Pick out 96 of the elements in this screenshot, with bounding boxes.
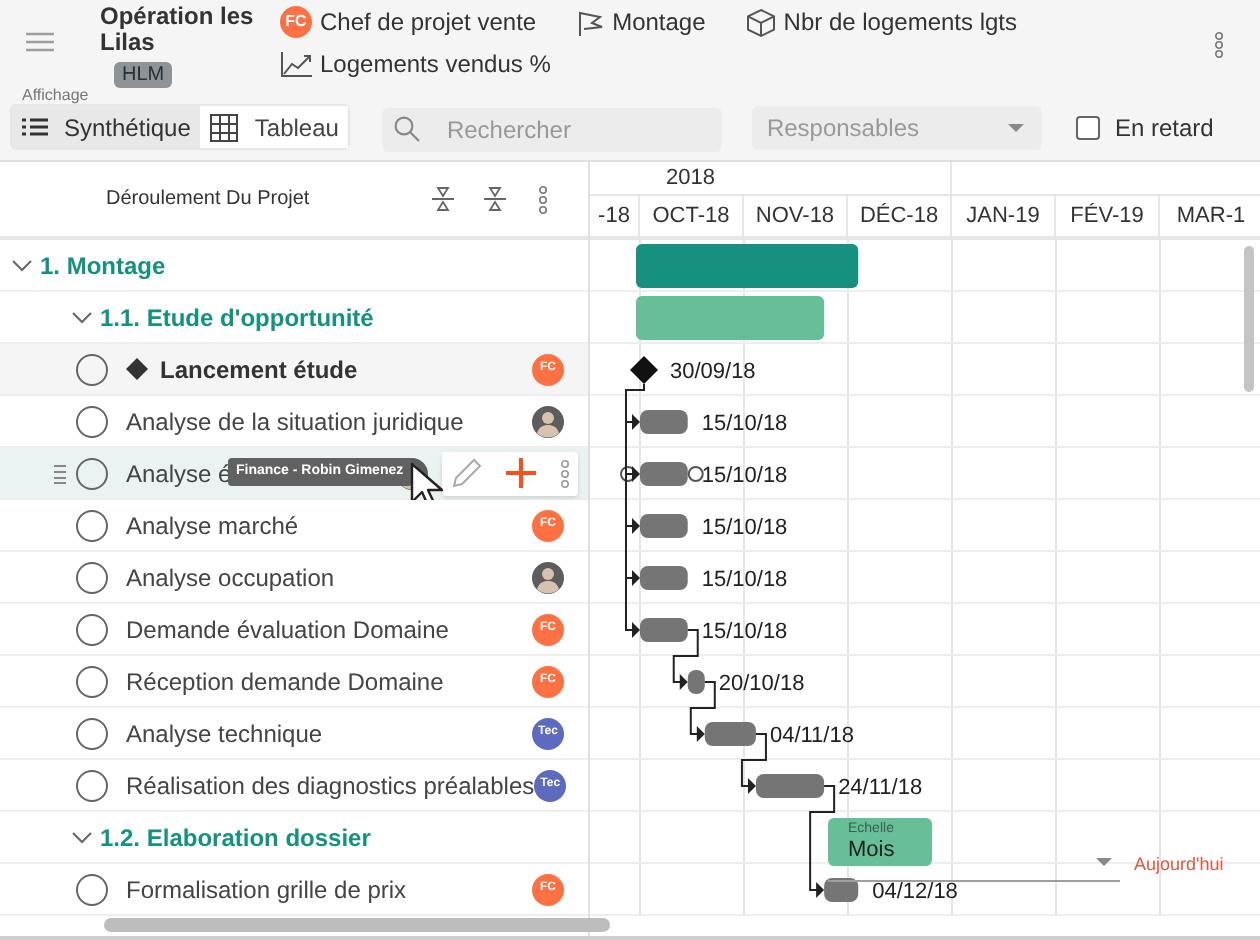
drag-handle-icon[interactable] [54, 463, 66, 483]
caret-icon [1008, 123, 1025, 131]
project-tag: HLM [114, 62, 173, 88]
month-label: FÉV-19 [1070, 201, 1144, 232]
task-bar[interactable] [824, 878, 859, 902]
grid-icon [210, 113, 239, 141]
selected-value: Mois [848, 838, 897, 864]
phase-title: 1. Montage [40, 249, 166, 283]
search-icon [394, 115, 421, 141]
completion-checkbox[interactable] [76, 405, 108, 437]
today-button[interactable]: Aujourd'hui [1134, 852, 1224, 879]
chevron-icon[interactable] [72, 831, 92, 843]
diamond-icon [126, 358, 148, 380]
task-name: Analyse technique [126, 717, 323, 751]
indicator-label: Montage [612, 8, 706, 36]
person-avatar-icon [532, 561, 564, 593]
person-avatar-icon [532, 405, 564, 437]
milestone-diamond[interactable] [630, 356, 658, 384]
task-name: Analyse occupation [126, 561, 335, 595]
chevron-icon[interactable] [12, 259, 32, 271]
task-name: Analyse de la situation juridique [126, 405, 464, 439]
link-handle[interactable] [687, 466, 704, 482]
month-label: -18 [598, 201, 630, 232]
completion-checkbox[interactable] [76, 769, 108, 801]
completion-checkbox[interactable] [76, 717, 108, 749]
dependency-arrow [689, 681, 716, 742]
search-field[interactable]: Rechercher [382, 107, 723, 151]
date-label: 15/10/18 [701, 620, 788, 644]
month-label: OCT-18 [652, 201, 730, 232]
dependency-arrow [672, 629, 699, 690]
task-name: Réception demande Domaine [126, 665, 444, 699]
checkbox-label: En retard [1114, 111, 1214, 145]
scrollbar[interactable] [104, 918, 610, 932]
task-bar[interactable] [704, 722, 756, 746]
caret-icon [1096, 858, 1112, 866]
indicator-label: Chef de projet vente [320, 8, 537, 36]
completion-checkbox[interactable] [76, 457, 108, 489]
date-label: 15/10/18 [701, 516, 788, 540]
cube-icon [745, 7, 776, 37]
menu-icon[interactable] [26, 32, 54, 52]
completion-checkbox[interactable] [76, 613, 108, 645]
flag-icon [576, 9, 605, 35]
dependency-arrow [809, 785, 836, 898]
view-label: Affichage [22, 86, 89, 104]
indicator-label: Logements vendus % [320, 50, 551, 78]
pencil-icon[interactable] [452, 458, 482, 488]
task-name: Demande évaluation Domaine [126, 613, 449, 647]
phase-title: 1.1. Etude d'opportunité [100, 301, 374, 335]
completion-checkbox[interactable] [76, 665, 108, 697]
initials-avatar: FC [280, 6, 312, 38]
year-label: 2018 [666, 163, 715, 194]
chevron-icon[interactable] [72, 311, 92, 323]
month-label: NOV-18 [755, 201, 835, 232]
date-label: 24/11/18 [838, 776, 923, 800]
completion-checkbox[interactable] [76, 353, 108, 385]
completion-checkbox[interactable] [76, 561, 108, 593]
date-label: 15/10/18 [701, 464, 788, 488]
date-label: 04/11/18 [769, 724, 854, 748]
more-options-icon[interactable] [560, 459, 570, 487]
task-bar[interactable] [687, 670, 705, 694]
more-options-icon[interactable] [537, 185, 548, 213]
view-tab[interactable]: Synthétique [12, 106, 201, 148]
month-label: JAN-19 [966, 201, 1040, 232]
dependency-arrow [625, 383, 645, 430]
collapse-all-icon[interactable] [483, 186, 506, 212]
date-label: 20/10/18 [718, 672, 805, 696]
completion-checkbox[interactable] [76, 873, 108, 905]
completion-checkbox[interactable] [76, 509, 108, 541]
project-title: Opération les Lilas [100, 4, 256, 56]
indicator-label: Nbr de logements lgts [783, 8, 1018, 36]
date-label: 04/12/18 [872, 880, 958, 904]
task-name: Formalisation grille de prix [126, 873, 407, 907]
date-label: 15/10/18 [701, 412, 788, 436]
task-name: Réalisation des diagnostics préalables [126, 769, 535, 803]
task-bar[interactable] [755, 774, 825, 798]
line-chart-icon [280, 50, 312, 78]
month-label: MAR-1 [1176, 201, 1246, 232]
plus-icon[interactable] [506, 458, 536, 488]
list-icon [22, 118, 48, 136]
late-checkbox[interactable] [1076, 115, 1101, 139]
dependency-arrow [740, 733, 767, 794]
date-label: 30/09/18 [670, 360, 756, 384]
task-bar[interactable] [640, 618, 688, 642]
task-bar[interactable] [640, 462, 688, 486]
date-label: 15/10/18 [701, 568, 788, 592]
task-name: Analyse marché [126, 509, 299, 543]
month-label: DÉC-18 [859, 201, 939, 232]
scrollbar[interactable] [1244, 246, 1254, 392]
column-title: Déroulement Du Projet [106, 186, 310, 214]
task-name: Lancement étude [160, 353, 358, 387]
task-bar[interactable] [640, 410, 688, 434]
task-bar[interactable] [640, 514, 688, 538]
task-bar[interactable] [640, 566, 688, 590]
phase-title: 1.2. Elaboration dossier [100, 821, 371, 855]
more-options-icon[interactable] [1214, 32, 1224, 58]
expand-all-icon[interactable] [431, 186, 454, 212]
